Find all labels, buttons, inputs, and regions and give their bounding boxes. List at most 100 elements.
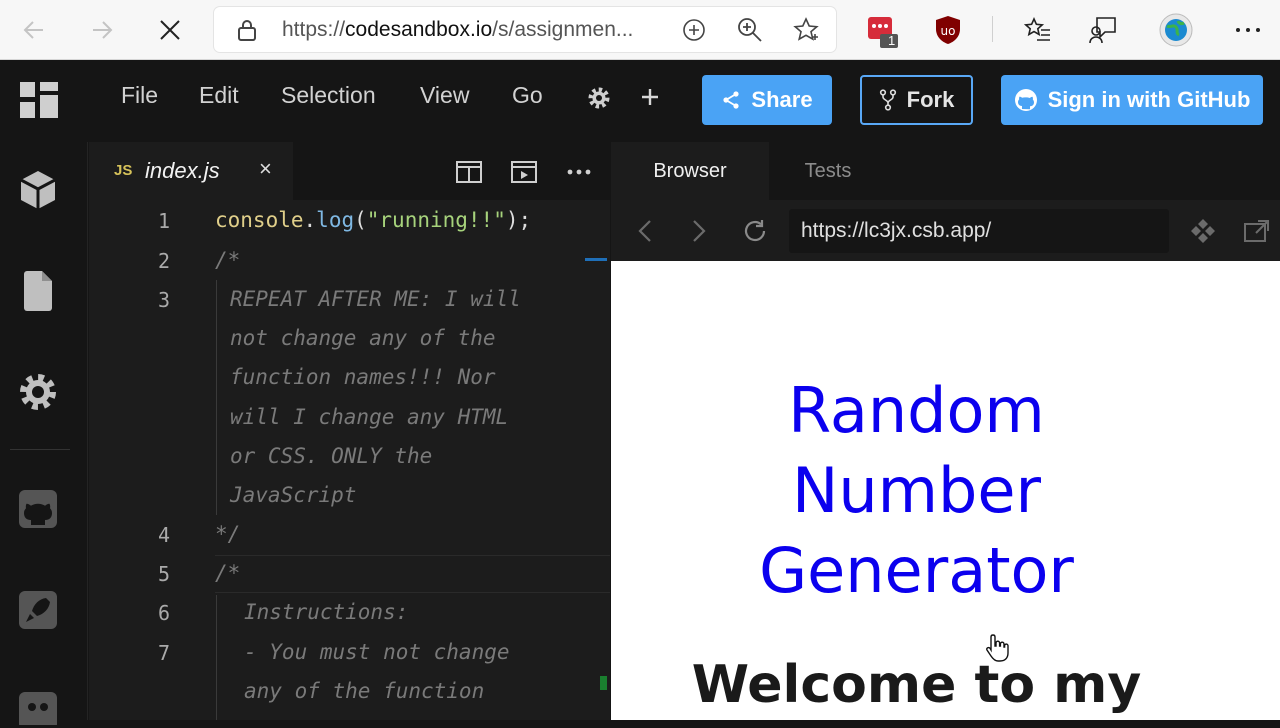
split-editor-icon[interactable] [455,158,483,186]
settings-gear-icon[interactable] [587,86,611,115]
address-bar[interactable]: https://codesandbox.io/s/assignmen... [214,7,836,52]
menu-edit[interactable]: Edit [199,82,239,109]
dashboard-icon[interactable] [20,82,58,123]
line-number: 5 [157,562,170,586]
extension-badge: 1 [888,33,896,48]
preview-toolbar: https://lc3jx.csb.app/ [611,200,1280,261]
title-line: Number [791,454,1042,527]
open-new-window-icon[interactable] [1243,217,1271,245]
scroll-position-marker [585,258,607,261]
plus-icon[interactable] [640,87,660,112]
line-number: 2 [157,249,170,273]
menu-selection[interactable]: Selection [281,82,376,109]
indent-guide [216,280,217,515]
code-comment: - You must not change [244,640,510,664]
ublock-icon[interactable]: uo [930,12,966,48]
preview-back-icon[interactable] [631,217,659,245]
file-icon[interactable] [18,271,58,311]
current-line-highlight [215,555,610,593]
code-token-object: console [215,208,304,232]
sandbox-cube-icon[interactable] [18,170,58,210]
menu-go[interactable]: Go [512,82,543,109]
fork-icon [879,89,896,111]
line-number: 1 [157,209,170,233]
activity-bar [0,142,88,725]
tab-browser[interactable]: Browser [611,142,769,200]
line-number: 4 [157,523,170,547]
preview-tab-bar: Browser Tests [611,142,1280,200]
activity-divider [10,449,70,450]
page-title: Random Number Generator [611,371,1222,611]
code-comment: /* [215,248,241,272]
title-line: Generator [759,534,1074,607]
title-line: Random [788,374,1045,447]
code-token-punct: . [303,208,317,232]
open-preview-icon[interactable] [510,158,538,186]
address-text: https://codesandbox.io/s/assignmen... [282,18,634,41]
github-icon[interactable] [18,489,58,529]
rocket-deploy-icon[interactable] [18,590,58,630]
preview-address-field[interactable]: https://lc3jx.csb.app/ [789,209,1169,253]
devtools-icon[interactable] [1189,217,1217,245]
browser-toolbar: https://codesandbox.io/s/assignmen... 1 … [0,0,1280,60]
line-number: 7 [157,641,170,665]
share-icon [723,91,740,109]
extension-icon[interactable]: 1 [864,12,900,48]
tab-filename: index.js [145,158,220,183]
toolbar-divider [992,16,993,42]
code-token-string: "running!!" [366,208,506,232]
code-comment: will I change any HTML [230,405,509,429]
github-icon [1014,89,1037,111]
code-token-function: log [316,208,355,232]
preview-forward-icon[interactable] [685,217,713,245]
more-icon[interactable] [1230,12,1266,48]
line-number: 3 [157,288,170,312]
github-signin-button[interactable]: Sign in with GitHub [1001,75,1263,125]
star-icon[interactable] [792,16,820,44]
zoom-icon[interactable] [736,16,764,44]
code-comment: Instructions: [244,600,409,624]
welcome-heading: Welcome to my [691,655,1142,715]
hand-cursor-icon [985,633,1009,668]
more-actions-icon[interactable] [565,158,593,186]
menu-file[interactable]: File [121,82,158,109]
back-arrow-icon[interactable] [14,10,54,50]
forward-arrow-icon[interactable] [82,10,122,50]
preview-viewport[interactable]: Random Number Generator Welcome to my [611,261,1280,720]
code-token-punct: ); [505,208,532,232]
globe-icon[interactable] [1158,12,1194,48]
code-comment: or CSS. ONLY the [230,444,433,468]
fork-button[interactable]: Fork [860,75,973,125]
js-file-icon: JS [114,162,133,179]
fork-label: Fork [906,87,955,112]
code-line: console.log("running!!"); [215,208,531,232]
code-comment: REPEAT AFTER ME: I will [230,287,521,311]
editor-tab-bar: JS index.js × [89,142,610,200]
indent-guide [216,595,217,720]
lock-icon [236,18,258,47]
add-circle-icon[interactable] [680,16,708,44]
code-comment: function names!!! Nor [230,365,496,389]
settings-icon[interactable] [18,372,58,412]
line-number: 6 [157,601,170,625]
code-editor[interactable]: 1 2 3 4 5 6 7 console.log("running!!"); … [89,200,610,720]
feedback-icon[interactable] [1086,12,1122,48]
code-comment: JavaScript [230,483,357,507]
favorites-icon[interactable] [1020,12,1056,48]
code-token-punct: ( [354,208,367,232]
close-icon[interactable] [150,10,190,50]
code-comment: any of the function [244,679,485,703]
github-label: Sign in with GitHub [1047,87,1251,112]
tab-tests[interactable]: Tests [769,142,887,200]
code-comment: not change any of the [230,326,496,350]
menu-view[interactable]: View [420,82,469,109]
code-comment: */ [215,522,241,546]
change-marker [600,676,607,690]
share-button[interactable]: Share [702,75,832,125]
share-label: Share [751,87,813,112]
tab-close-icon[interactable]: × [259,156,272,182]
live-users-icon[interactable] [18,688,58,728]
svg-text:uo: uo [941,24,956,38]
refresh-icon[interactable] [741,217,769,245]
tab-index-js[interactable]: JS index.js × [89,142,293,200]
